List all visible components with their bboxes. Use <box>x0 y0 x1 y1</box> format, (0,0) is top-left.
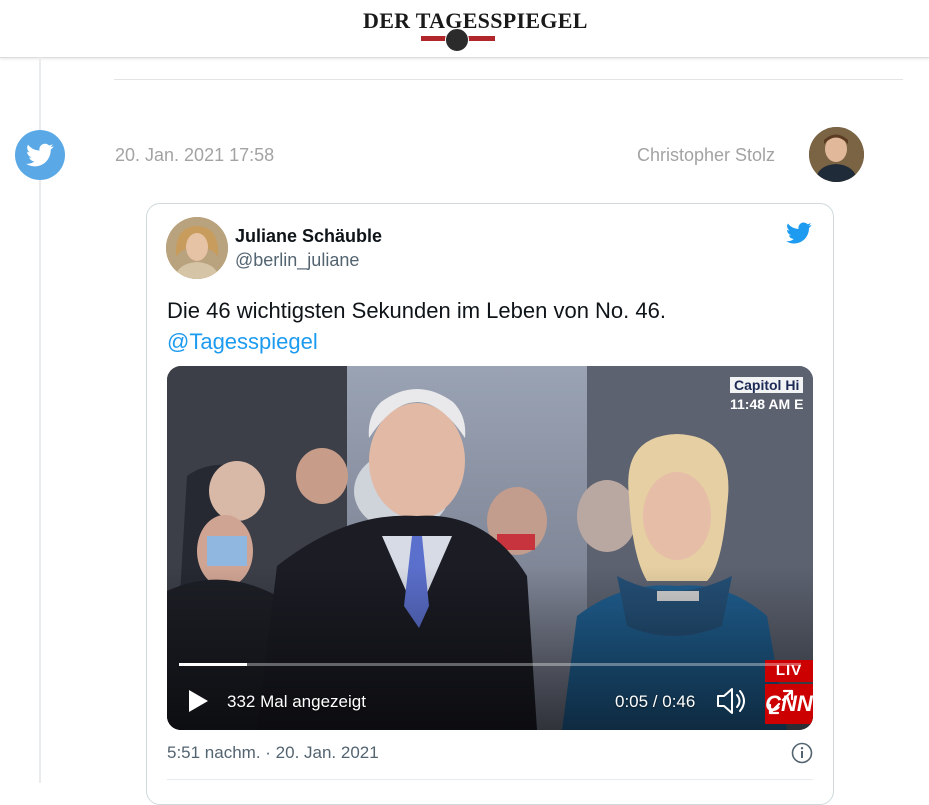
author-avatar[interactable] <box>809 127 864 182</box>
overlay-location: Capitol Hi <box>730 377 804 393</box>
play-button[interactable] <box>183 686 213 716</box>
embedded-tweet[interactable]: Juliane Schäuble @berlin_juliane Die 46 … <box>146 203 834 805</box>
twitter-bird-icon[interactable] <box>784 220 814 246</box>
twitter-source-badge <box>15 130 65 180</box>
tweet-author-name[interactable]: Juliane Schäuble <box>235 226 382 247</box>
tweet-text: Die 46 wichtigsten Sekunden im Leben von… <box>167 296 666 358</box>
tweet-body: Die 46 wichtigsten Sekunden im Leben von… <box>167 298 666 323</box>
play-icon <box>189 690 208 712</box>
volume-icon[interactable] <box>715 686 749 716</box>
logo-wordmark: DER TAGESSPIEGEL <box>363 8 588 33</box>
news-lower-third: Capitol Hi 11:48 AM E <box>722 371 813 415</box>
overlay-time: 11:48 AM E <box>730 396 804 412</box>
fullscreen-icon[interactable] <box>767 688 795 716</box>
author-name[interactable]: Christopher Stolz <box>637 145 775 166</box>
tweet-author-avatar[interactable] <box>166 217 228 279</box>
video-frame <box>167 366 813 730</box>
divider <box>114 79 903 80</box>
tweet-divider <box>167 779 813 780</box>
tweet-author-handle[interactable]: @berlin_juliane <box>235 250 359 271</box>
view-count: 332 Mal angezeigt <box>227 692 366 711</box>
post-date: 20. Jan. 2021 17:58 <box>115 145 275 165</box>
mention-link[interactable]: @Tagesspiegel <box>167 327 666 358</box>
site-logo[interactable]: DER TAGESSPIEGEL <box>363 6 587 52</box>
video-progress-fill <box>179 663 247 666</box>
info-icon[interactable] <box>791 742 813 764</box>
site-header: DER TAGESSPIEGEL <box>0 0 929 58</box>
video-progress-bar[interactable] <box>179 663 801 666</box>
twitter-bird-icon <box>26 143 54 167</box>
video-time: 0:05 / 0:46 <box>615 692 696 711</box>
globe-icon <box>445 28 469 52</box>
tweet-timestamp[interactable]: 5:51 nachm. · 20. Jan. 2021 <box>167 743 379 763</box>
video-player[interactable]: Capitol Hi 11:48 AM E LIV CNN 332 Mal an… <box>167 366 813 730</box>
